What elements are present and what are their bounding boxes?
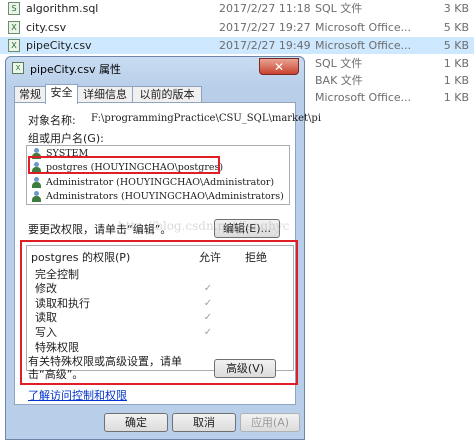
file-row-selected[interactable]: X pipeCity.csv 2017/2/27 19:49 Microsoft… (0, 37, 474, 54)
file-size: 1 KB (443, 91, 469, 104)
permission-row: 特殊权限 (35, 341, 79, 354)
tab-general[interactable]: 常规 (14, 86, 46, 103)
user-item-administrators[interactable]: Administrators (HOUYINGCHAO\Administrato… (31, 189, 284, 204)
file-type: Microsoft Office... (315, 39, 412, 52)
user-group-icon (31, 148, 42, 159)
user-icon (31, 177, 42, 188)
file-name: pipeCity.csv (26, 39, 92, 52)
properties-dialog: X pipeCity.csv 属性 ✕ 常规 安全 详细信息 以前的版本 对象名… (5, 56, 321, 440)
permissions-box: postgres 的权限(P) 允许 拒绝 完全控制 修改 ✓ 读取和执行 ✓ … (26, 245, 294, 371)
group-user-label: 组或用户名(G): (28, 132, 104, 145)
permission-row: 读取和执行 (35, 297, 90, 310)
ok-button[interactable]: 确定 (104, 413, 168, 432)
csv-file-icon: X (8, 21, 20, 34)
csv-file-icon: X (8, 39, 20, 52)
file-row[interactable]: S algorithm.sql 2017/2/27 11:18 SQL 文件 3… (0, 0, 474, 17)
learn-access-control-link[interactable]: 了解访问控制和权限 (28, 387, 127, 403)
csv-file-icon: X (12, 62, 24, 74)
user-listbox[interactable]: SYSTEM postgres (HOUYINGCHAO\postgres) A… (26, 145, 290, 205)
file-date: 2017/2/27 19:49 (219, 39, 311, 52)
permission-row: 读取 (35, 311, 57, 324)
title-bar[interactable]: X pipeCity.csv 属性 ✕ (6, 57, 304, 79)
permissions-for-label: postgres 的权限(P) (31, 251, 131, 264)
dialog-title: pipeCity.csv 属性 (30, 63, 122, 76)
advanced-button[interactable]: 高级(V) (214, 359, 276, 378)
allow-check-icon: ✓ (203, 298, 213, 309)
file-date: 2017/2/27 11:18 (219, 2, 311, 15)
close-button[interactable]: ✕ (259, 58, 299, 75)
cancel-button[interactable]: 取消 (172, 413, 236, 432)
allow-column-header: 允许 (199, 251, 221, 264)
user-group-icon (31, 191, 42, 202)
file-type: Microsoft Office... (315, 21, 412, 34)
object-name-label: 对象名称: (28, 114, 76, 127)
advanced-settings-hint: 有关特殊权限或高级设置，请单击“高级”。 (28, 355, 182, 381)
file-size: 5 KB (443, 21, 469, 34)
watermark: http://blog.csdn.net/fenghyc (118, 219, 290, 233)
permission-row: 完全控制 (35, 268, 79, 281)
object-path: F:\programmingPractice\CSU_SQL\market\pi (91, 113, 322, 124)
allow-check-icon: ✓ (203, 283, 213, 294)
user-name: Administrator (HOUYINGCHAO\Administrator… (46, 177, 275, 188)
allow-check-icon: ✓ (203, 312, 213, 323)
user-name: SYSTEM (46, 148, 89, 159)
file-type: BAK 文件 (315, 74, 363, 87)
file-date: 2017/2/27 19:27 (219, 21, 311, 34)
file-row[interactable]: X city.csv 2017/2/27 19:27 Microsoft Off… (0, 19, 474, 36)
deny-column-header: 拒绝 (245, 251, 267, 264)
permission-row: 修改 (35, 282, 57, 295)
allow-check-icon: ✓ (203, 327, 213, 338)
file-type: Microsoft Office... (315, 91, 412, 104)
file-size: 1 KB (443, 74, 469, 87)
file-size: 5 KB (443, 39, 469, 52)
apply-button[interactable]: 应用(A) (240, 413, 300, 432)
tab-previous-versions[interactable]: 以前的版本 (132, 86, 202, 103)
permission-row: 写入 (35, 326, 57, 339)
file-name: algorithm.sql (26, 2, 99, 15)
tab-security[interactable]: 安全 (45, 84, 78, 104)
file-name: city.csv (26, 21, 67, 34)
file-size: 3 KB (443, 2, 469, 15)
file-size: 1 KB (443, 57, 469, 70)
sql-file-icon: S (8, 2, 20, 15)
file-type: SQL 文件 (315, 2, 363, 15)
user-name: postgres (HOUYINGCHAO\postgres) (46, 162, 224, 173)
user-item-administrator[interactable]: Administrator (HOUYINGCHAO\Administrator… (31, 175, 274, 190)
user-icon (31, 162, 42, 173)
user-item-system[interactable]: SYSTEM (31, 146, 88, 161)
user-name: Administrators (HOUYINGCHAO\Administrato… (46, 191, 284, 202)
user-item-postgres[interactable]: postgres (HOUYINGCHAO\postgres) (31, 160, 223, 175)
file-type: SQL 文件 (315, 57, 363, 70)
tab-details[interactable]: 详细信息 (77, 86, 133, 103)
